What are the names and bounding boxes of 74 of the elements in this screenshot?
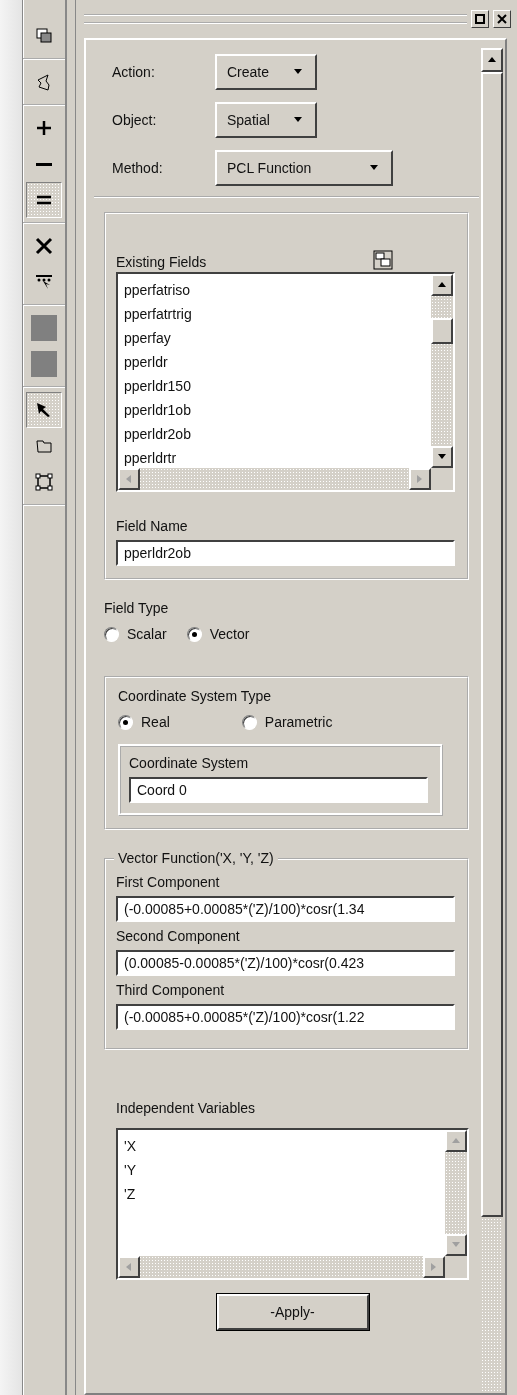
left-arrow-icon — [124, 474, 134, 484]
component-input[interactable]: (0.00085-0.00085*('Z)/100)*cosr(0.423 — [116, 950, 455, 976]
scroll-thumb[interactable] — [481, 72, 503, 1217]
field-label: Field Name — [116, 518, 189, 534]
list-item[interactable]: pperldr — [124, 350, 425, 374]
dropdown[interactable]: PCL Function — [215, 150, 393, 186]
field-label: Field Type — [104, 600, 170, 616]
swatch-icon — [31, 351, 57, 377]
list-item[interactable]: pperldr150 — [124, 374, 425, 398]
minus-icon — [36, 162, 52, 166]
list-item[interactable]: pperldr2ob — [124, 422, 425, 446]
list-item[interactable]: 'Y — [124, 1158, 439, 1182]
up-arrow-icon — [437, 280, 447, 290]
scroll-down-button[interactable] — [431, 446, 453, 468]
scroll-right-button[interactable] — [423, 1256, 445, 1278]
close-button[interactable] — [493, 10, 511, 28]
plus-icon — [34, 118, 54, 138]
dropdown[interactable]: Spatial — [215, 102, 317, 138]
title-bar-grip[interactable] — [84, 14, 467, 24]
field-label: First Component — [116, 874, 221, 890]
list-item[interactable]: pperfay — [124, 326, 425, 350]
close-icon — [497, 14, 507, 24]
fields-list[interactable]: pperfatriso pperfatrtrig pperfay pperldr pperldr150 pperldr1ob pperldr2ob pperldrtr — [116, 272, 455, 492]
list-item[interactable]: pperldrtr — [124, 446, 425, 468]
copy-button[interactable] — [371, 248, 395, 272]
scroll-down-button[interactable] — [445, 1234, 467, 1256]
list-item[interactable]: pperldr1ob — [124, 398, 425, 422]
coordinate-system-input[interactable]: Coord 0 — [129, 777, 428, 803]
field-name-input[interactable]: pperldr2ob — [116, 540, 455, 566]
group-legend: Vector Function('X, 'Y, 'Z) — [114, 850, 278, 866]
scroll-left-button[interactable] — [118, 1256, 140, 1278]
field-label: Third Component — [116, 982, 226, 998]
box-select-icon — [34, 472, 54, 492]
list-item[interactable]: 'X — [124, 1134, 439, 1158]
component-input[interactable]: (-0.00085+0.00085*('Z)/100)*cosr(1.34 — [116, 896, 455, 922]
scroll-thumb[interactable] — [431, 318, 453, 344]
up-arrow-icon — [487, 55, 497, 65]
radio-option[interactable]: Real — [118, 714, 170, 730]
field-label: Action: — [112, 64, 156, 80]
scrollbar-corner — [431, 468, 453, 490]
maximize-icon — [475, 14, 485, 24]
maximize-button[interactable] — [471, 10, 489, 28]
copy-icon — [373, 250, 393, 270]
section-label: Independent Variables — [116, 1100, 257, 1116]
scroll-up-button[interactable] — [445, 1130, 467, 1152]
scrollbar-corner — [445, 1256, 467, 1278]
scroll-up-button[interactable] — [481, 48, 503, 72]
section-label: Existing Fields — [116, 254, 207, 270]
swatch-icon — [31, 315, 57, 341]
tool-button[interactable] — [26, 182, 62, 218]
scroll-up-button[interactable] — [431, 274, 453, 296]
tool-button[interactable] — [26, 392, 62, 428]
list-item[interactable]: pperfatrtrig — [124, 302, 425, 326]
component-input[interactable]: (-0.00085+0.00085*('Z)/100)*cosr(1.22 — [116, 1004, 455, 1030]
up-arrow-icon — [451, 1136, 461, 1146]
radio-option[interactable]: Vector — [186, 626, 250, 642]
field-label: Object: — [112, 112, 158, 128]
dropdown[interactable]: Create — [215, 54, 317, 90]
radio-option[interactable]: Scalar — [104, 626, 167, 642]
list-item[interactable]: 'Z — [124, 1182, 439, 1206]
field-label: Second Component — [116, 928, 241, 944]
section-label: Coordinate System Type — [118, 688, 273, 704]
variables-list[interactable]: 'X 'Y 'Z — [116, 1128, 469, 1280]
windows-icon — [34, 26, 54, 46]
radio-button[interactable] — [241, 714, 257, 730]
field-label: Method: — [112, 160, 164, 176]
radio-option[interactable]: Parametric — [241, 714, 333, 730]
apply-button[interactable]: -Apply- — [216, 1294, 369, 1330]
field-label: Coordinate System — [129, 755, 250, 771]
list-item[interactable]: pperfatriso — [124, 278, 425, 302]
scroll-left-button[interactable] — [118, 468, 140, 490]
crossed-tools-icon — [34, 236, 54, 256]
scroll-right-button[interactable] — [409, 468, 431, 490]
left-arrow-icon — [124, 1262, 134, 1272]
